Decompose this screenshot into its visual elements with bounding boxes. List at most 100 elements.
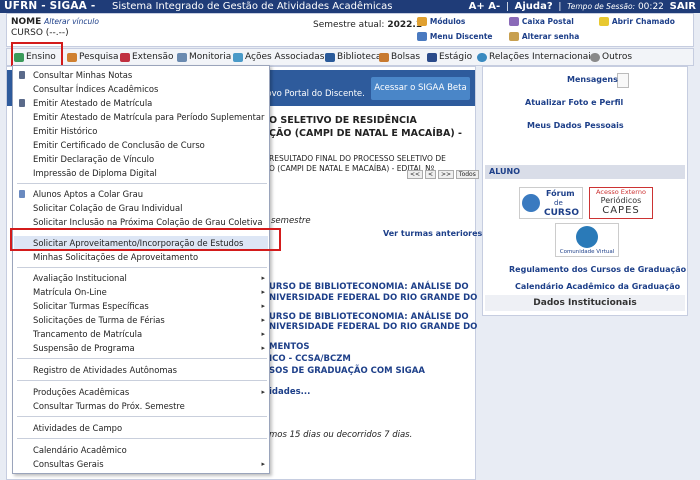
dados-institucionais-header[interactable]: Dados Institucionais (485, 295, 685, 311)
item-label: Emitir Atestado de Matrícula para Períod… (33, 112, 265, 122)
submenu-arrow-icon: ▸ (261, 274, 265, 282)
curso-2b[interactable]: NIVERSIDADE FEDERAL DO RIO GRANDE DO (269, 322, 477, 332)
logout-link[interactable]: SAIR (670, 1, 696, 12)
item-label: Produções Acadêmicas (33, 387, 130, 397)
menu-item-consultar-notas[interactable]: Consultar Minhas Notas (14, 68, 268, 82)
change-link-link[interactable]: Alterar vínculo (44, 17, 99, 26)
forum-curso-banner[interactable]: Fórum de CURSO (519, 187, 583, 219)
menu-item-historico[interactable]: Emitir Histórico (14, 124, 268, 138)
item-label: Solicitar Inclusão na Próxima Colação de… (33, 217, 263, 227)
portal-text: novo Portal do Discente. (261, 89, 365, 99)
meus-dados-link[interactable]: Meus Dados Pessoais (527, 121, 624, 130)
item-label: Registro de Atividades Autônomas (33, 365, 178, 375)
menu-acoes-associadas[interactable]: Ações Associadas (232, 49, 324, 66)
item-label: Avaliação Institucional (33, 273, 127, 283)
atualizar-foto-link[interactable]: Atualizar Foto e Perfil (525, 98, 623, 107)
right-panel: Mensagens Atualizar Foto e Perfil Meus D… (482, 66, 688, 316)
menu-item-diploma-digital[interactable]: Impressão de Diploma Digital (14, 166, 268, 180)
menu-item-turma-ferias[interactable]: Solicitações de Turma de Férias ▸ (14, 313, 268, 327)
menu-item-suspensao[interactable]: Suspensão de Programa ▸ (14, 341, 268, 355)
ver-turmas-label: Ver turmas anteriores (383, 229, 483, 238)
curso-1b[interactable]: NIVERSIDADE FEDERAL DO RIO GRANDE DO (269, 293, 477, 303)
user-name-label: NOME (11, 17, 42, 27)
menu-item-alunos-aptos[interactable]: Alunos Aptos a Colar Grau (14, 187, 268, 201)
help-link[interactable]: Ajuda? (515, 1, 553, 12)
idades-link[interactable]: idades... (269, 387, 310, 397)
menu-pesquisa[interactable]: Pesquisa (66, 49, 118, 66)
user-info-bar: NOME Alterar vínculo CURSO (--.--) Semes… (6, 13, 694, 47)
ensino-dropdown-menu: Consultar Minhas Notas Consultar Índices… (12, 65, 270, 474)
menu-item-turmas-prox-semestre[interactable]: Consultar Turmas do Próx. Semestre (14, 399, 268, 413)
menu-item-matricula-online[interactable]: Matrícula On-Line ▸ (14, 285, 268, 299)
menu-item-avaliacao-institucional[interactable]: Avaliação Institucional ▸ (14, 271, 268, 285)
globe-icon (477, 53, 487, 62)
dias-text: mos 15 dias ou decorridos 7 dias. (269, 430, 413, 440)
alterar-senha-link[interactable]: Alterar senha (509, 32, 579, 42)
menu-item-turmas-especificas[interactable]: Solicitar Turmas Específicas ▸ (14, 299, 268, 313)
pager-all[interactable]: Todos (455, 170, 479, 179)
ccsa-text[interactable]: ICO - CCSA/BCZM (269, 354, 351, 364)
system-brand: UFRN - SIGAA - (4, 0, 96, 12)
curso-1a[interactable]: URSO DE BIBLIOTECONOMIA: ANÁLISE DO (269, 282, 469, 292)
menu-item-atestado-matricula[interactable]: Emitir Atestado de Matrícula (14, 96, 268, 110)
mailbox-icon (509, 17, 519, 26)
semester-info: Semestre atual: 2022.1 (313, 20, 422, 30)
curso-2a[interactable]: URSO DE BIBLIOTECONOMIA: ANÁLISE DO (269, 312, 469, 322)
menu-item-certificado-conclusao[interactable]: Emitir Certificado de Conclusão de Curso (14, 138, 268, 152)
menu-bolsas-label: Bolsas (391, 52, 421, 62)
menu-item-consultas-gerais[interactable]: Consultas Gerais ▸ (14, 457, 268, 471)
menu-item-declaracao-vinculo[interactable]: Emitir Declaração de Vínculo (14, 152, 268, 166)
menu-item-producoes-academicas[interactable]: Produções Acadêmicas ▸ (14, 385, 268, 399)
menu-item-atividades-campo[interactable]: Atividades de Campo (14, 421, 268, 435)
item-label: Impressão de Diploma Digital (33, 168, 157, 178)
access-sigaa-beta-button[interactable]: Acessar o SIGAA Beta (371, 77, 470, 100)
menu-biblioteca[interactable]: Biblioteca (324, 49, 381, 66)
aluno-header: ALUNO (485, 165, 685, 179)
capes-text-2: Periódicos (600, 196, 642, 205)
menu-item-colacao-coletiva[interactable]: Solicitar Inclusão na Próxima Colação de… (14, 215, 268, 229)
menu-item-consultar-indices[interactable]: Consultar Índices Acadêmicos (14, 82, 268, 96)
ver-turmas-link[interactable]: Ver turmas anteriores (383, 229, 482, 238)
menu-item-calendario-academico[interactable]: Calendário Acadêmico (14, 443, 268, 457)
mensagens-link[interactable]: Mensagens (567, 75, 618, 84)
font-size-controls[interactable]: A+ A- (469, 1, 501, 12)
menu-icon (417, 32, 427, 41)
menu-item-colacao-individual[interactable]: Solicitar Colação de Grau Individual (14, 201, 268, 215)
forum-text-3: CURSO (544, 208, 579, 218)
item-label: Solicitações de Turma de Férias (33, 315, 165, 325)
menu-monitoria[interactable]: Monitoria (176, 49, 231, 66)
alterar-senha-label: Alterar senha (521, 32, 580, 41)
menu-extensao[interactable]: Extensão (119, 49, 174, 66)
submenu-arrow-icon: ▸ (261, 344, 265, 352)
calendario-graduacao-link[interactable]: Calendário Acadêmico da Graduação (515, 282, 680, 291)
extensao-icon (120, 53, 130, 62)
menu-item-minhas-solicitacoes[interactable]: Minhas Solicitações de Aproveitamento (14, 250, 268, 264)
pager-last[interactable]: >> (437, 170, 454, 179)
menu-bolsas[interactable]: Bolsas (378, 49, 420, 66)
modulos-link[interactable]: Módulos (417, 17, 465, 27)
item-label: Emitir Declaração de Vínculo (33, 154, 155, 164)
system-subtitle: Sistema Integrado de Gestão de Atividade… (112, 1, 393, 12)
menu-item-trancamento[interactable]: Trancamento de Matrícula ▸ (14, 327, 268, 341)
item-label: Consultar Turmas do Próx. Semestre (33, 401, 185, 411)
menu-estagio[interactable]: Estágio (426, 49, 472, 66)
abrir-chamado-link[interactable]: Abrir Chamado (599, 17, 675, 27)
menu-discente-link[interactable]: Menu Discente (417, 32, 493, 42)
menu-outros[interactable]: Outros (589, 49, 632, 66)
news-title-2: ÇÃO (CAMPI DE NATAL E MACAÍBA) - (269, 128, 462, 139)
key-icon (509, 32, 519, 41)
submenu-arrow-icon: ▸ (261, 316, 265, 324)
sos-text[interactable]: SOS DE GRADUAÇÃO COM SIGAA (269, 366, 425, 376)
menu-item-atividades-autonomas[interactable]: Registro de Atividades Autônomas (14, 363, 268, 377)
comunidade-virtual-banner[interactable]: Comunidade Virtual (555, 223, 619, 257)
menu-relacoes-internacionais[interactable]: Relações Internacionais (476, 49, 596, 66)
pager-prev[interactable]: < (424, 170, 437, 179)
forum-text-2: de (554, 199, 563, 207)
periodicos-capes-banner[interactable]: Acesso Externo Periódicos CAPES (589, 187, 653, 219)
pager-first[interactable]: << (407, 170, 424, 179)
menu-item-atestado-suplementar[interactable]: Emitir Atestado de Matrícula para Períod… (14, 110, 268, 124)
caixa-postal-link[interactable]: Caixa Postal (509, 17, 574, 27)
abrir-chamado-label: Abrir Chamado (611, 17, 675, 26)
mentos-text[interactable]: MENTOS (269, 342, 310, 352)
regulamento-link[interactable]: Regulamento dos Cursos de Graduação (509, 265, 686, 274)
